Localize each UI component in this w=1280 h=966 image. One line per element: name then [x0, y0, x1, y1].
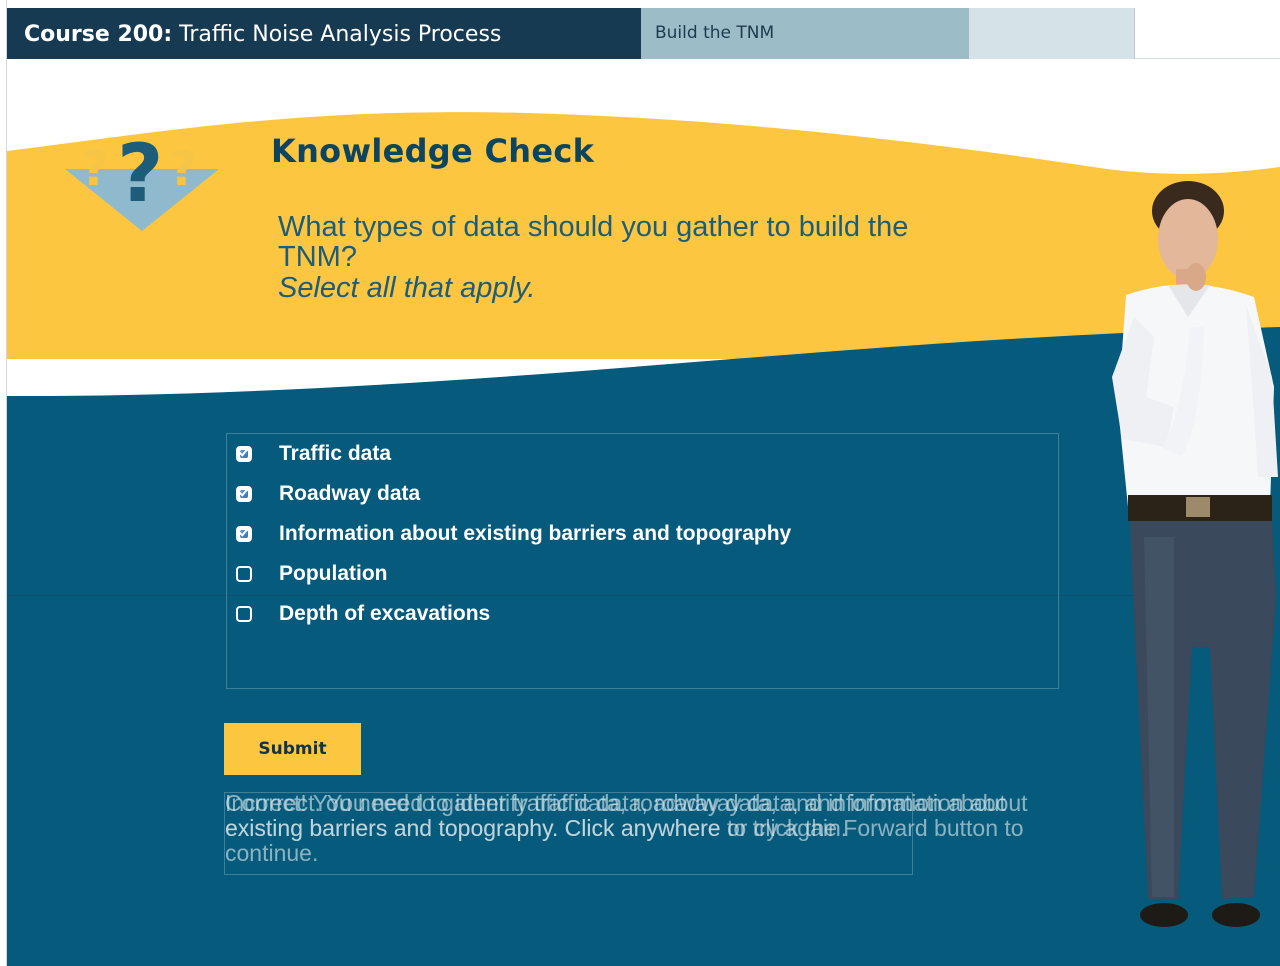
option-label: Traffic data	[279, 442, 392, 465]
instruction-text: Select all that apply.	[278, 272, 536, 304]
svg-text:?: ?	[81, 141, 109, 197]
instructor-figure	[1112, 181, 1278, 927]
option-label: Population	[279, 562, 388, 585]
option-label: Information about existing barriers and …	[279, 522, 792, 545]
course-name: Traffic Noise Analysis Process	[172, 22, 502, 47]
option-barriers-topography[interactable]: Information about existing barriers and …	[227, 514, 1027, 554]
option-roadway-data[interactable]: Roadway data	[227, 474, 1027, 514]
checkbox-checked-icon[interactable]	[236, 486, 252, 502]
knowledge-check-slide[interactable]: ? ? ? Knowledge Check What types of data…	[7, 59, 1280, 966]
module-tab[interactable]: Build the TNM	[641, 8, 969, 59]
option-depth-of-excavations[interactable]: Depth of excavations	[227, 594, 1027, 634]
course-number: Course 200:	[24, 22, 173, 47]
svg-text:?: ?	[169, 141, 197, 197]
course-title: Course 200: Traffic Noise Analysis Proce…	[7, 8, 641, 59]
question-text: What types of data should you gather to …	[278, 211, 909, 273]
option-label: Depth of excavations	[279, 602, 491, 625]
frame-edge	[0, 0, 7, 966]
answer-options: Traffic data Roadway data Information ab…	[226, 433, 1059, 689]
svg-text:?: ?	[117, 127, 163, 220]
option-label: Roadway data	[279, 482, 421, 505]
question-mark-icon: ? ? ?	[65, 127, 219, 231]
feedback-incorrect-text: Incorrect. You need to identify traffic …	[225, 790, 1028, 841]
progress-tab	[969, 8, 1135, 59]
page-title: Knowledge Check	[271, 132, 595, 170]
submit-button[interactable]: Submit	[224, 723, 361, 775]
checkbox-checked-icon[interactable]	[236, 526, 252, 542]
course-frame: Course 200: Traffic Noise Analysis Proce…	[0, 0, 1280, 966]
course-header: Course 200: Traffic Noise Analysis Proce…	[7, 8, 1280, 59]
option-population[interactable]: Population	[227, 554, 1027, 594]
checkbox-unchecked-icon[interactable]	[236, 606, 252, 622]
checkbox-checked-icon[interactable]	[236, 446, 252, 462]
checkbox-unchecked-icon[interactable]	[236, 566, 252, 582]
option-traffic-data[interactable]: Traffic data	[227, 434, 1027, 474]
